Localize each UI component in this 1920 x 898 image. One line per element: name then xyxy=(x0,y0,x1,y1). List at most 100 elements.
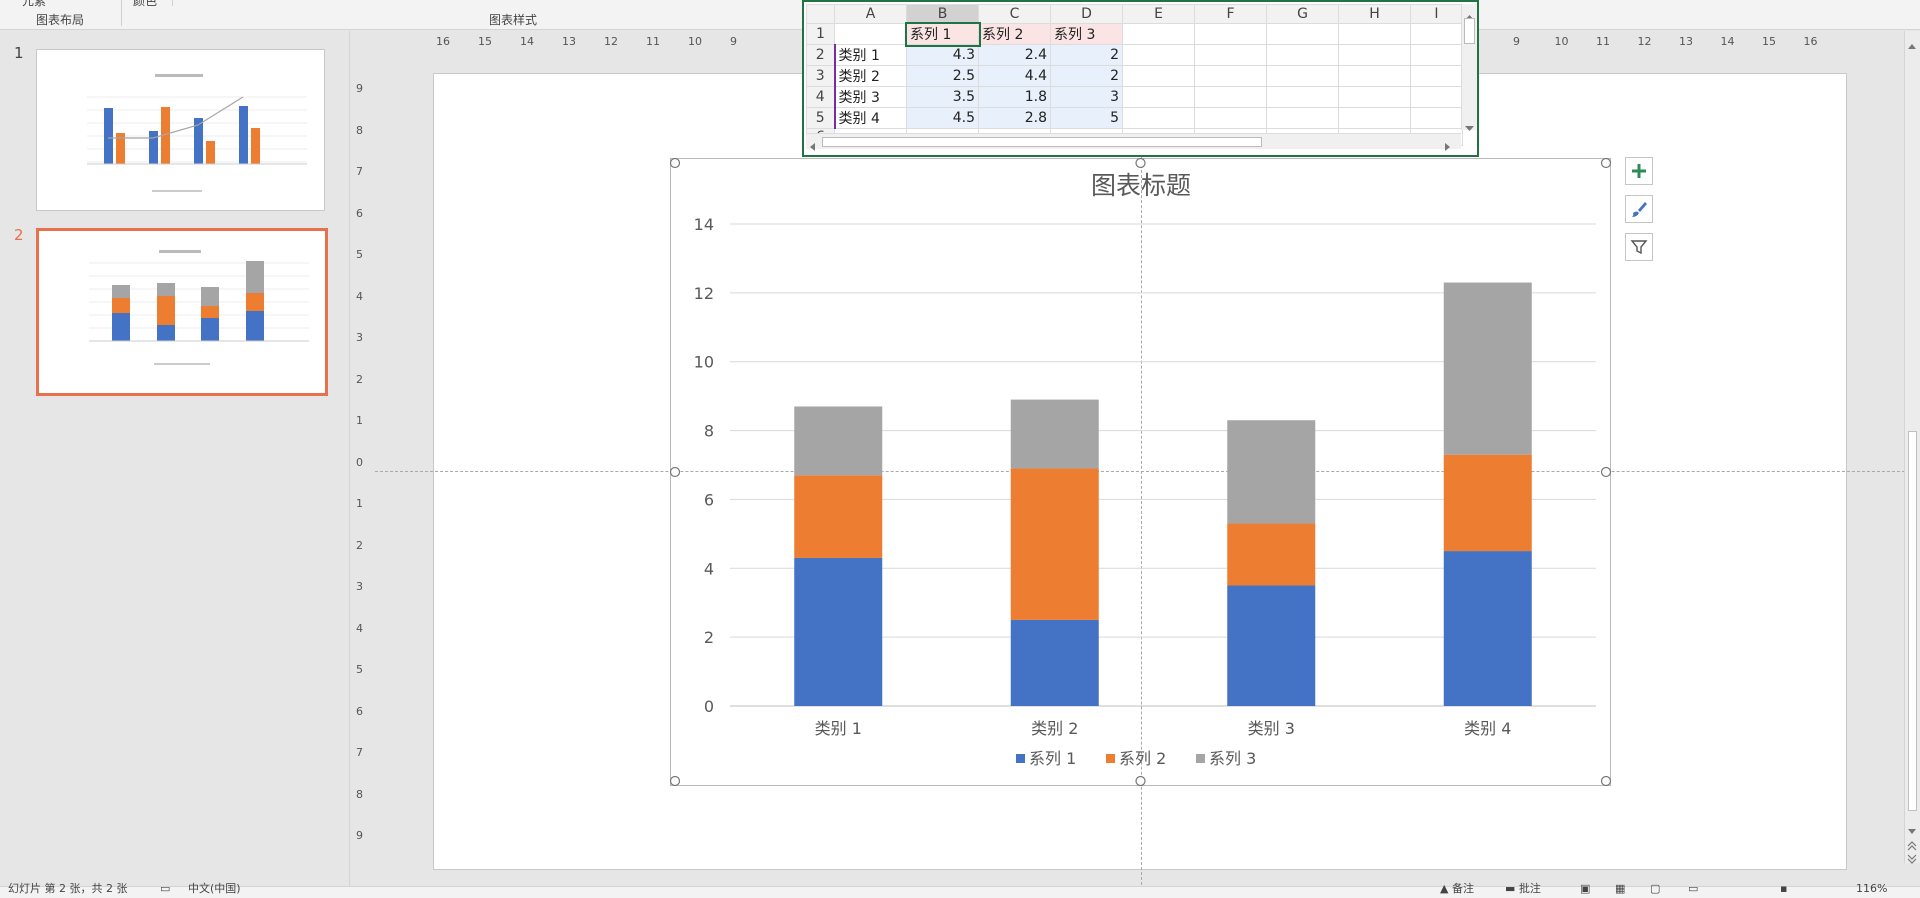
sheet-cell[interactable] xyxy=(834,23,907,45)
sheet-cell[interactable]: 4.5 xyxy=(906,107,979,129)
row-header[interactable]: 4 xyxy=(806,86,835,108)
sheet-cell[interactable] xyxy=(1194,65,1267,87)
sheet-cell[interactable] xyxy=(1410,44,1463,66)
column-header[interactable]: H xyxy=(1338,4,1411,24)
sheet-vertical-scrollbar[interactable] xyxy=(1461,4,1477,131)
next-slide-icon[interactable] xyxy=(1907,849,1917,864)
scroll-up-arrow-icon[interactable] xyxy=(1907,35,1917,49)
sheet-cell[interactable] xyxy=(1338,44,1411,66)
sheet-horizontal-scroll-thumb[interactable] xyxy=(822,137,1262,147)
sheet-cell[interactable] xyxy=(1410,65,1463,87)
chart-styles-button[interactable] xyxy=(1625,195,1653,223)
resize-handle[interactable] xyxy=(670,158,681,169)
bar-segment[interactable] xyxy=(1227,523,1316,586)
bar-segment[interactable] xyxy=(1227,420,1316,524)
column-header[interactable]: A xyxy=(834,4,907,24)
bar-segment[interactable] xyxy=(1010,468,1099,620)
column-header[interactable]: B xyxy=(906,4,979,24)
chart-bars[interactable] xyxy=(794,282,1532,707)
normal-view-icon[interactable]: ▣ xyxy=(1580,883,1590,895)
scroll-down-arrow-icon[interactable] xyxy=(1464,118,1475,131)
sheet-cell[interactable] xyxy=(1338,86,1411,108)
sheet-cell[interactable] xyxy=(1338,107,1411,129)
comments-button[interactable]: ▬ 批注 xyxy=(1505,883,1541,895)
sheet-cell[interactable]: 2 xyxy=(1050,44,1123,66)
bar-segment[interactable] xyxy=(794,406,883,476)
resize-handle[interactable] xyxy=(670,466,681,478)
sheet-cell[interactable] xyxy=(1338,23,1411,45)
sheet-cell[interactable] xyxy=(1266,23,1339,45)
editor-vertical-scrollbar[interactable] xyxy=(1904,31,1920,864)
resize-handle[interactable] xyxy=(1135,158,1146,169)
sheet-cell[interactable]: 2.8 xyxy=(978,107,1051,129)
resize-handle[interactable] xyxy=(1600,775,1611,786)
chart-data-spreadsheet[interactable]: ABCDEFGHI 1 系列 1 系列 2 系列 3 2 类别 1 4.3 2.4 2 3 类别 2… xyxy=(802,0,1479,157)
notes-button[interactable]: ▲ 备注 xyxy=(1440,883,1474,895)
sheet-horizontal-scrollbar[interactable] xyxy=(806,133,1461,151)
slideshow-icon[interactable]: ▭ xyxy=(1688,883,1698,895)
sheet-cell[interactable] xyxy=(1410,107,1463,129)
sheet-cell[interactable]: 1.8 xyxy=(978,86,1051,108)
sheet-cell[interactable]: 系列 1 xyxy=(904,21,981,47)
sheet-cell[interactable]: 系列 3 xyxy=(1050,23,1123,45)
resize-handle[interactable] xyxy=(1135,775,1146,786)
zoom-slider-icon[interactable]: ▪ xyxy=(1780,883,1787,895)
bar-segment[interactable] xyxy=(794,557,883,706)
sheet-cell[interactable]: 系列 2 xyxy=(978,23,1051,45)
resize-handle[interactable] xyxy=(1600,466,1611,478)
bar-segment[interactable] xyxy=(1443,282,1532,455)
column-header[interactable]: G xyxy=(1266,4,1339,24)
sheet-cell[interactable] xyxy=(1410,86,1463,108)
column-header[interactable]: I xyxy=(1410,4,1463,24)
sheet-cell[interactable] xyxy=(1122,107,1195,129)
sheet-cell[interactable] xyxy=(1194,23,1267,45)
scroll-down-arrow-icon[interactable] xyxy=(1907,821,1917,834)
scroll-left-arrow-icon[interactable] xyxy=(808,137,816,151)
row-header[interactable]: 3 xyxy=(806,65,835,87)
chart-legend[interactable]: 系列 1 系列 2 系列 3 xyxy=(1016,749,1256,768)
sheet-cell[interactable]: 2.5 xyxy=(906,65,979,87)
chart-svg[interactable]: 02468101214类别 1 类别 2 类别 3 类别 4 图表标题 系列 1 系列 … xyxy=(670,158,1611,786)
row-header[interactable]: 2 xyxy=(806,44,835,66)
column-header[interactable]: E xyxy=(1122,4,1195,24)
chart-filters-button[interactable] xyxy=(1625,233,1653,261)
sheet-cell[interactable] xyxy=(1266,65,1339,87)
sheet-cell[interactable] xyxy=(1194,44,1267,66)
sheet-cell[interactable] xyxy=(1338,65,1411,87)
slide-thumbnail-1[interactable] xyxy=(36,49,325,211)
language-indicator[interactable]: 中文(中国) xyxy=(188,883,241,895)
chart-elements-button[interactable] xyxy=(1625,157,1653,185)
column-header[interactable]: C xyxy=(978,4,1051,24)
column-header[interactable]: D xyxy=(1050,4,1123,24)
sheet-cell[interactable] xyxy=(1410,23,1463,45)
sheet-cell[interactable]: 4.3 xyxy=(906,44,979,66)
sheet-cell[interactable] xyxy=(1194,107,1267,129)
sheet-cell[interactable] xyxy=(1122,65,1195,87)
ribbon-button-add-element[interactable]: 元素 xyxy=(22,0,46,9)
sheet-cell[interactable]: 5 xyxy=(1050,107,1123,129)
sheet-cell[interactable]: 3 xyxy=(1050,86,1123,108)
sheet-cell[interactable] xyxy=(1122,23,1195,45)
sheet-cell[interactable] xyxy=(1122,44,1195,66)
reading-view-icon[interactable]: ▢ xyxy=(1650,883,1660,895)
bar-segment[interactable] xyxy=(1227,585,1316,707)
bar-segment[interactable] xyxy=(1443,551,1532,706)
ribbon-button-colors[interactable]: 颜色 xyxy=(133,0,157,9)
sheet-cell[interactable]: 类别 1 xyxy=(833,44,907,66)
sheet-cell[interactable]: 类别 2 xyxy=(833,65,907,87)
sheet-cell[interactable]: 3.5 xyxy=(906,86,979,108)
slide-sorter-icon[interactable]: ▦ xyxy=(1615,883,1625,895)
zoom-level[interactable]: 116% xyxy=(1856,883,1887,895)
chart-title[interactable]: 图表标题 xyxy=(1091,171,1191,200)
previous-slide-icon[interactable] xyxy=(1907,836,1917,851)
sheet-cell[interactable]: 2.4 xyxy=(978,44,1051,66)
bar-segment[interactable] xyxy=(794,475,883,558)
sheet-cell[interactable]: 2 xyxy=(1050,65,1123,87)
bar-segment[interactable] xyxy=(1443,454,1532,552)
sheet-cell[interactable]: 4.4 xyxy=(978,65,1051,87)
resize-handle[interactable] xyxy=(670,775,681,786)
scroll-up-arrow-icon[interactable] xyxy=(1464,6,1475,20)
sheet-vertical-scroll-thumb[interactable] xyxy=(1464,18,1475,44)
sheet-cell[interactable] xyxy=(1194,86,1267,108)
resize-handle[interactable] xyxy=(1600,158,1611,169)
